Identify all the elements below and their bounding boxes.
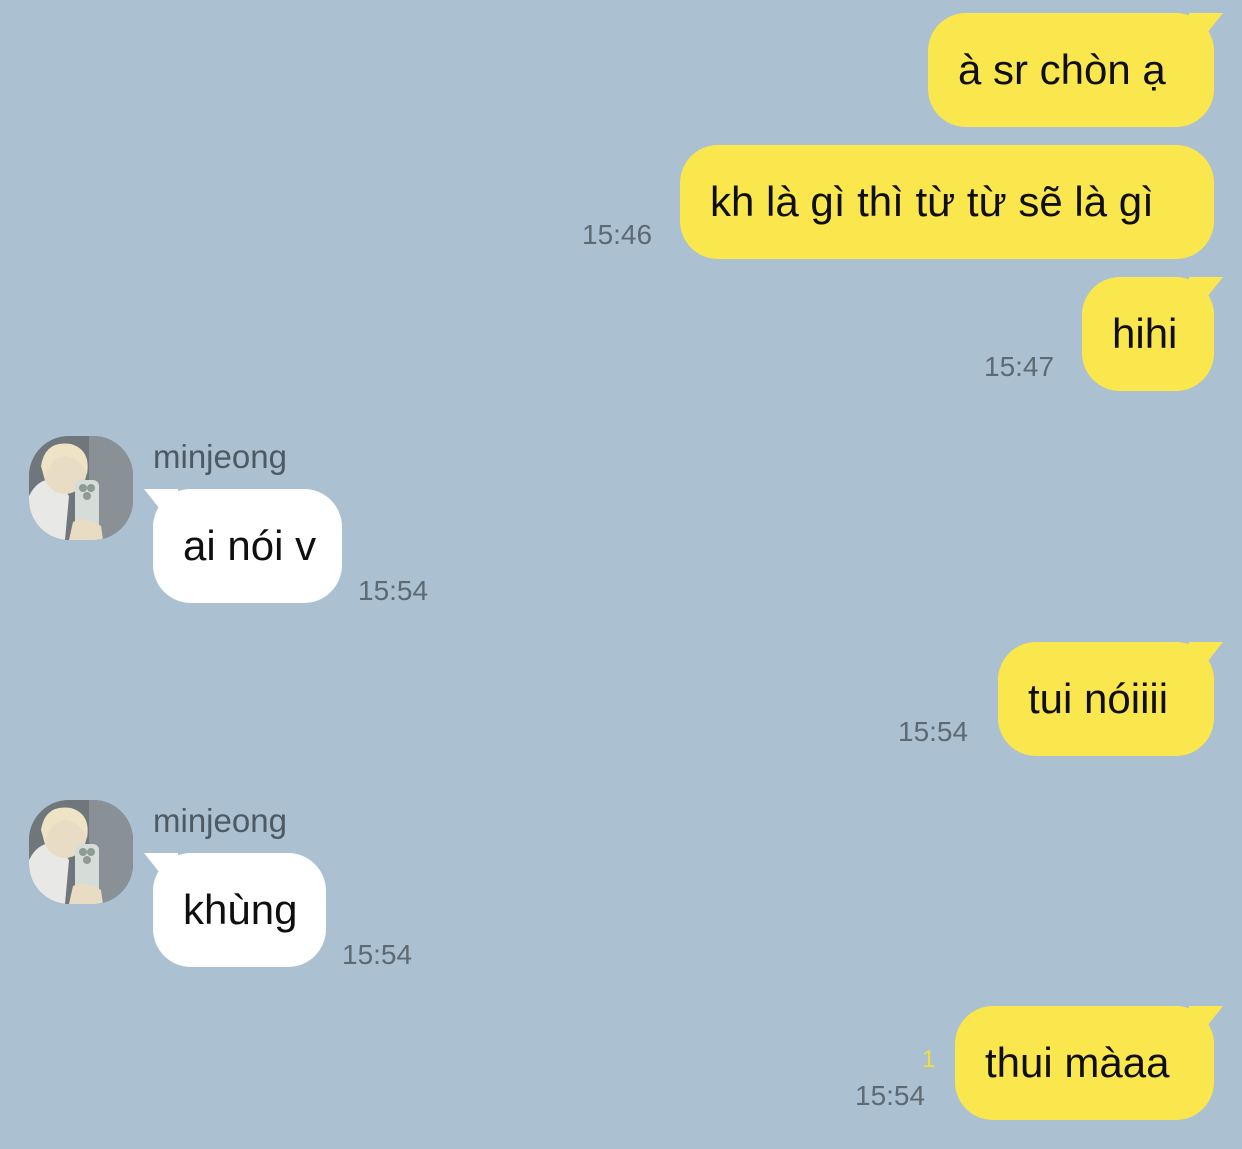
message-timestamp: 15:54: [342, 939, 413, 970]
message-timestamp: 15:54: [855, 1080, 926, 1111]
message-timestamp: 15:47: [984, 351, 1055, 382]
chat-thread[interactable]: à sr chòn ạ 15:46 kh là gì thì từ từ sẽ …: [0, 0, 1242, 1149]
outgoing-message-bubble[interactable]: hihi: [1082, 277, 1214, 391]
outgoing-message-bubble[interactable]: thui màaa: [955, 1006, 1214, 1120]
incoming-message-bubble[interactable]: ai nói v: [153, 489, 342, 603]
outgoing-message-bubble[interactable]: tui nóiiii: [998, 642, 1214, 756]
avatar-photo-icon: [29, 436, 133, 540]
outgoing-message-bubble[interactable]: à sr chòn ạ: [928, 13, 1214, 127]
sender-avatar[interactable]: [29, 800, 133, 904]
unread-count: 1: [922, 1046, 936, 1073]
sender-avatar[interactable]: [29, 436, 133, 540]
message-timestamp: 15:54: [358, 575, 429, 606]
avatar-photo-icon: [29, 800, 133, 904]
outgoing-message-bubble[interactable]: kh là gì thì từ từ sẽ là gì: [680, 145, 1214, 259]
incoming-message-bubble[interactable]: khùng: [153, 853, 326, 967]
message-timestamp: 15:46: [582, 219, 653, 250]
message-timestamp: 15:54: [898, 716, 969, 747]
sender-name: minjeong: [153, 438, 287, 475]
sender-name: minjeong: [153, 802, 287, 839]
